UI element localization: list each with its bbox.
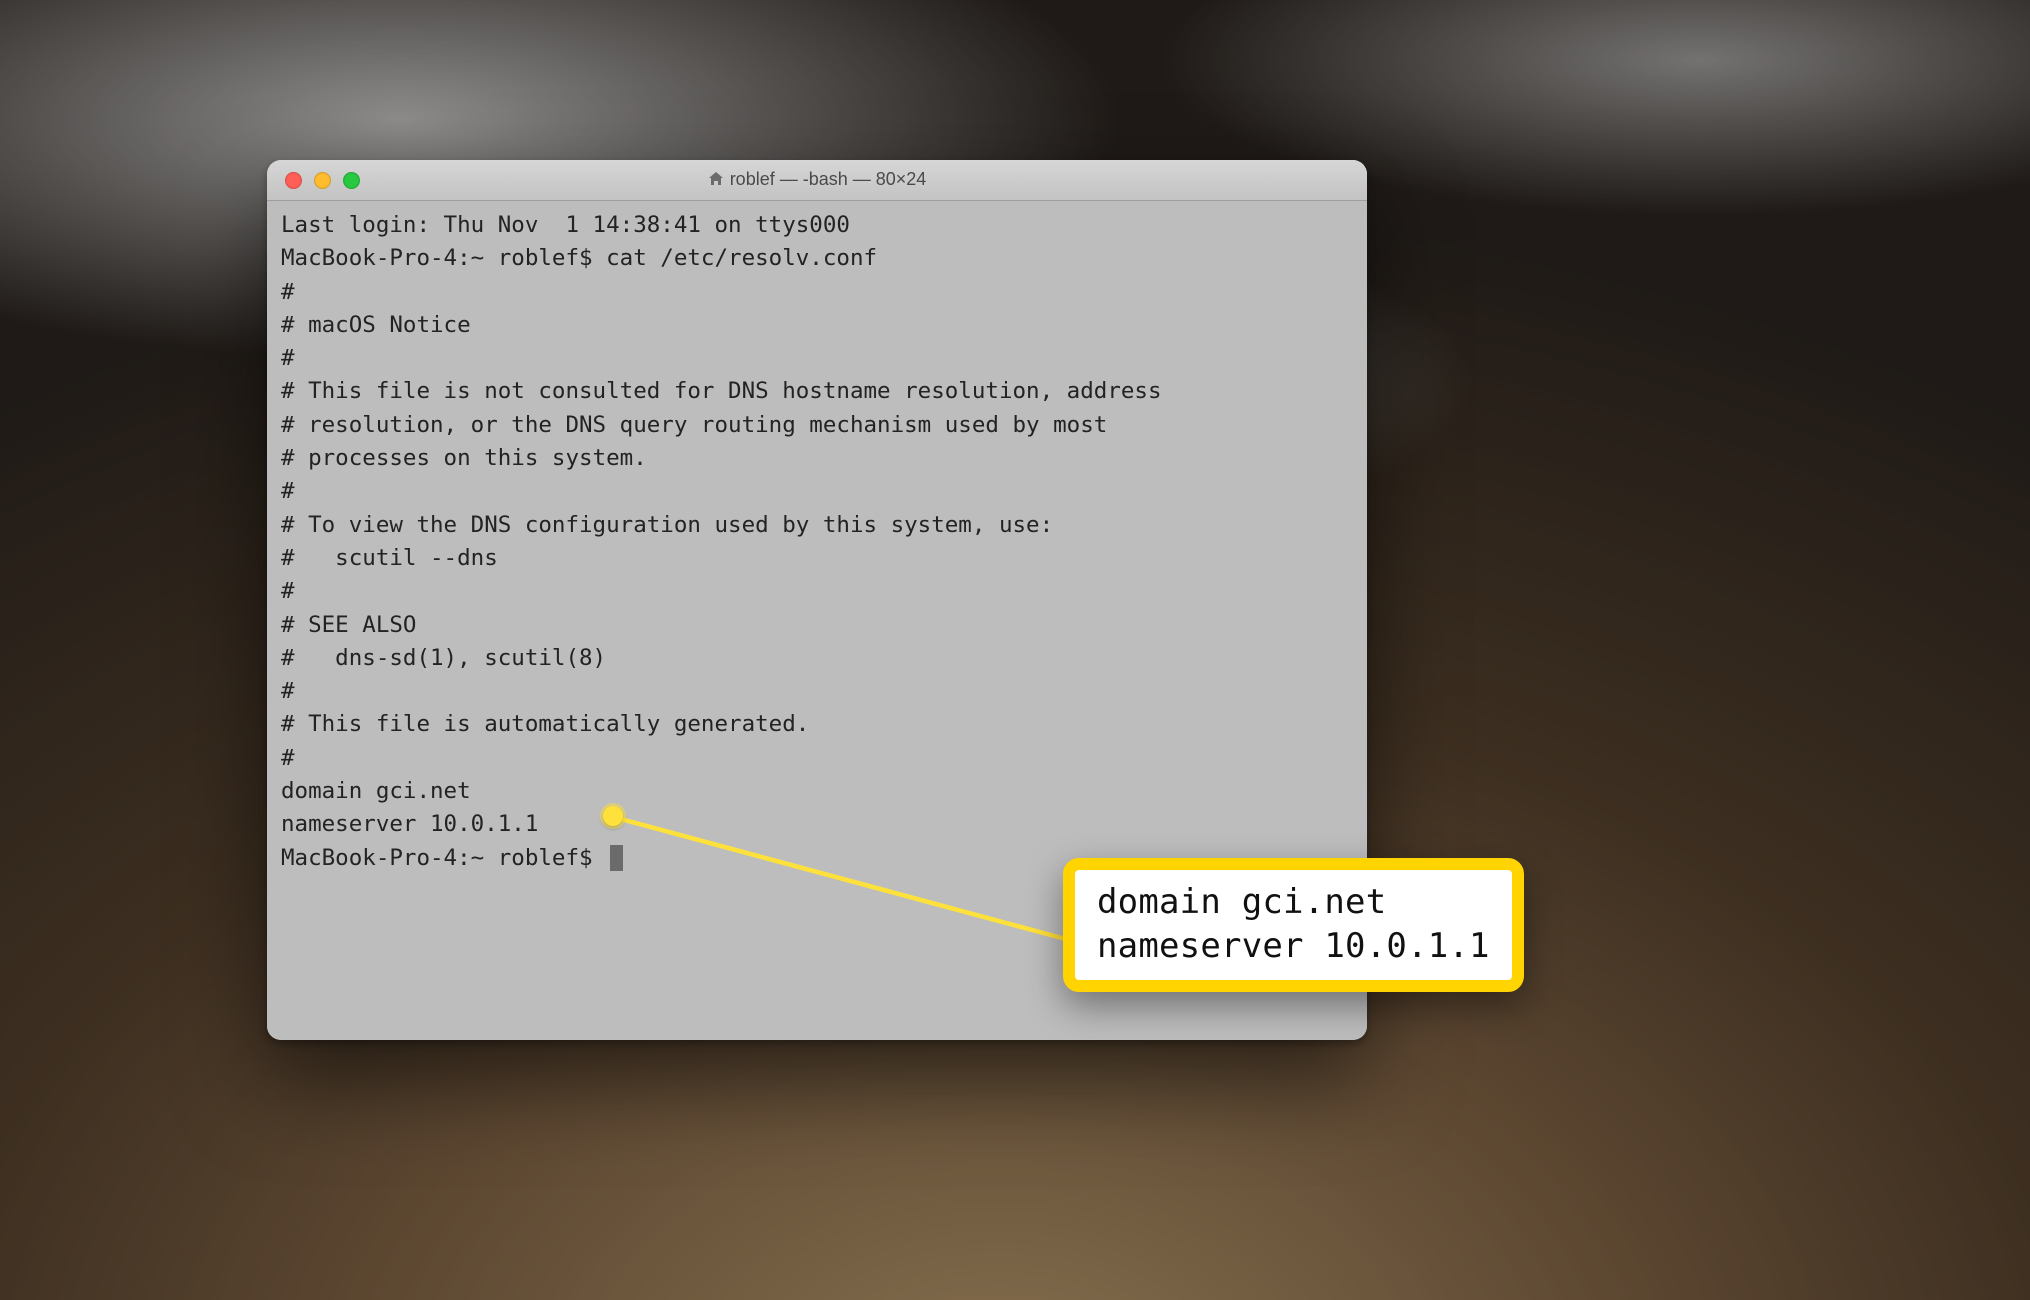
- window-titlebar[interactable]: roblef — -bash — 80×24: [267, 160, 1367, 201]
- window-title: roblef — -bash — 80×24: [267, 169, 1367, 191]
- home-icon: [708, 170, 724, 191]
- window-title-text: roblef — -bash — 80×24: [730, 169, 927, 189]
- terminal-prompt: MacBook-Pro-4:~ roblef$: [281, 845, 606, 871]
- desktop-background: roblef — -bash — 80×24 Last login: Thu N…: [0, 0, 2030, 1300]
- annotation-callout: domain gci.net nameserver 10.0.1.1: [1063, 858, 1524, 992]
- callout-line-1: domain gci.net: [1097, 882, 1386, 922]
- traffic-lights: [267, 172, 360, 189]
- annotation-dot: [603, 806, 623, 826]
- minimize-button[interactable]: [314, 172, 331, 189]
- callout-line-2: nameserver 10.0.1.1: [1097, 926, 1490, 966]
- maximize-button[interactable]: [343, 172, 360, 189]
- terminal-cursor: [610, 845, 623, 871]
- terminal-output: Last login: Thu Nov 1 14:38:41 on ttys00…: [281, 212, 1162, 837]
- close-button[interactable]: [285, 172, 302, 189]
